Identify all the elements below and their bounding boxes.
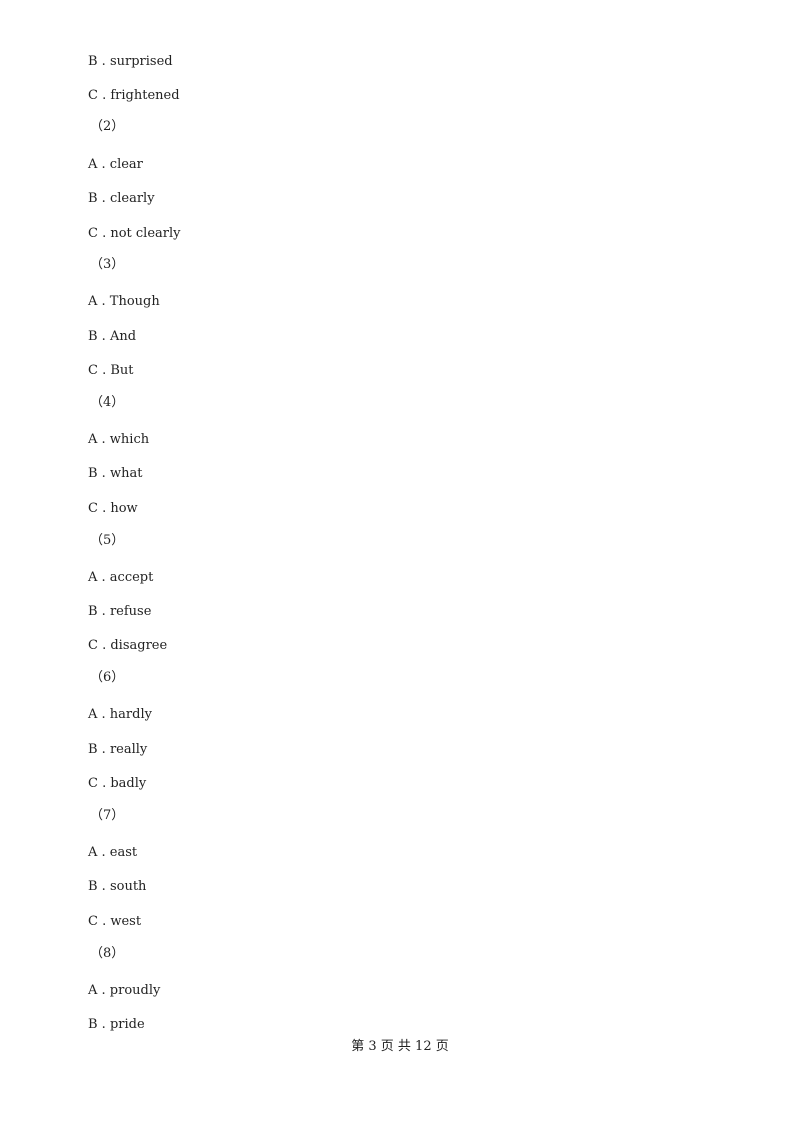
option-line: C . how bbox=[88, 501, 138, 516]
question-number: （6） bbox=[90, 670, 125, 685]
option-line: B . really bbox=[88, 742, 148, 757]
option-line: A . proudly bbox=[88, 983, 161, 998]
question-number: （5） bbox=[90, 533, 125, 548]
question-number: （3） bbox=[90, 257, 125, 272]
option-line: B . refuse bbox=[88, 604, 152, 619]
option-line: A . accept bbox=[88, 570, 154, 585]
question-number: （4） bbox=[90, 395, 125, 410]
option-line: C . disagree bbox=[88, 638, 168, 653]
page-footer: 第 3 页 共 12 页 bbox=[351, 1039, 449, 1054]
option-line: C . frightened bbox=[88, 88, 180, 103]
option-line: A . which bbox=[88, 432, 150, 447]
option-line: C . west bbox=[88, 914, 142, 929]
option-line: B . surprised bbox=[88, 54, 173, 69]
option-line: B . pride bbox=[88, 1017, 145, 1032]
option-line: B . what bbox=[88, 466, 143, 481]
option-line: A . hardly bbox=[88, 707, 152, 722]
question-number: （7） bbox=[90, 808, 125, 823]
option-line: C . not clearly bbox=[88, 226, 181, 241]
question-number: （2） bbox=[90, 119, 125, 134]
option-line: A . clear bbox=[88, 157, 143, 172]
option-line: B . south bbox=[88, 879, 147, 894]
option-line: C . badly bbox=[88, 776, 147, 791]
option-line: C . But bbox=[88, 363, 134, 378]
option-line: A . east bbox=[88, 845, 138, 860]
option-line: A . Though bbox=[88, 294, 160, 309]
option-line: B . And bbox=[88, 329, 137, 344]
option-line: B . clearly bbox=[88, 191, 155, 206]
question-number: （8） bbox=[90, 946, 125, 961]
